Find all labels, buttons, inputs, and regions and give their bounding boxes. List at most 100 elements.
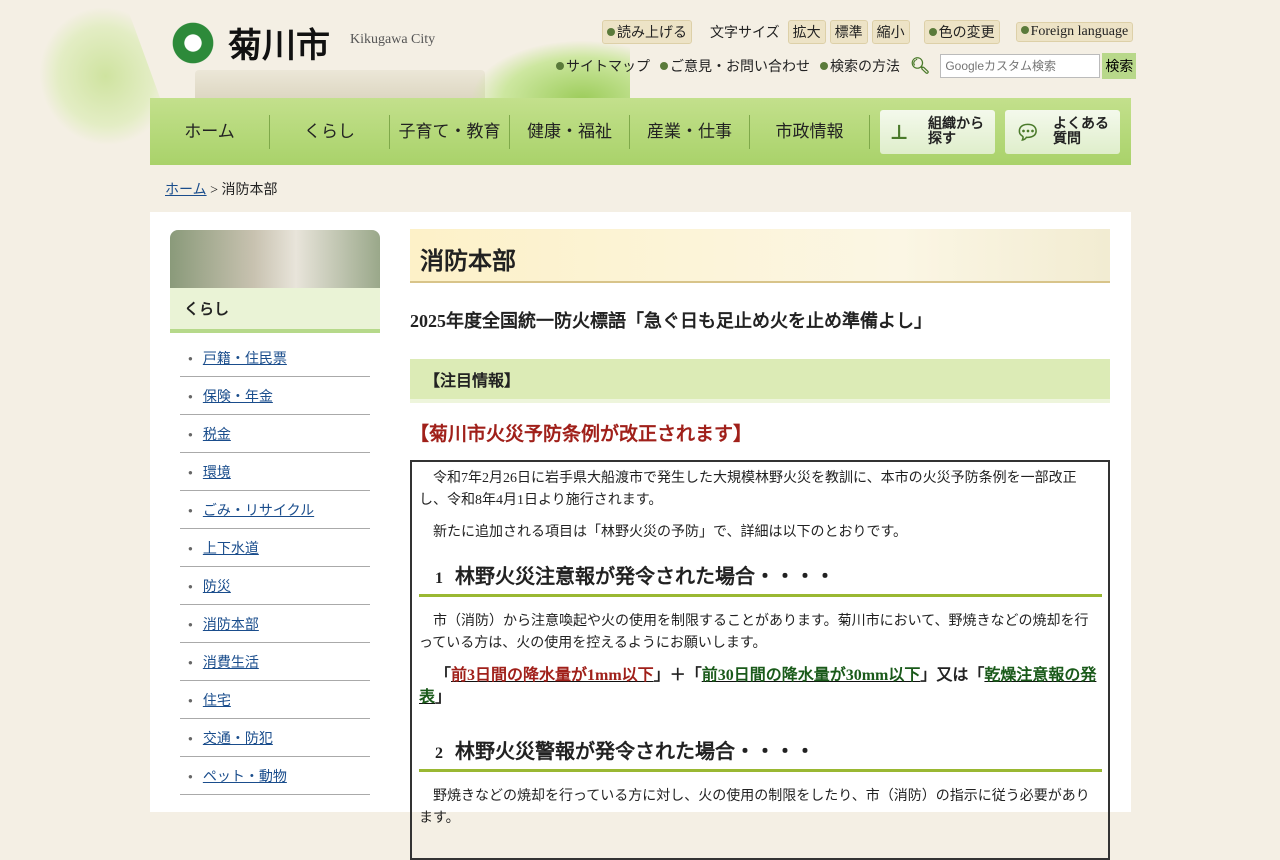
bullet-icon xyxy=(928,28,937,36)
sitemap-link[interactable]: サイトマップ xyxy=(556,56,650,76)
search-button[interactable]: 検索 xyxy=(1102,53,1137,79)
nav-home[interactable]: ホーム xyxy=(150,114,270,149)
font-normal-button[interactable]: 標準 xyxy=(829,20,868,44)
subheading-text: 林野火災警報が発令された場合・・・・ xyxy=(455,741,815,763)
sidebar-link[interactable]: 税金 xyxy=(203,428,231,443)
search-input[interactable] xyxy=(940,54,1101,78)
sidebar-photo xyxy=(170,230,380,288)
breadcrumb-current: 消防本部 xyxy=(221,183,278,198)
bracket: 」＋「 xyxy=(653,667,702,684)
contact-label: ご意見・お問い合わせ xyxy=(670,60,810,75)
sidebar-link[interactable]: 消防本部 xyxy=(203,618,259,633)
search-help-link[interactable]: 検索の方法 xyxy=(820,56,900,76)
sidebar: くらし 戸籍・住民票 保険・年金 税金 環境 ごみ・リサイクル 上下水道 防災 … xyxy=(170,230,380,801)
subheading-2: 2 林野火災警報が発令された場合・・・・ xyxy=(419,729,1102,772)
sidebar-item: 戸籍・住民票 xyxy=(180,339,370,377)
sidebar-title: くらし xyxy=(170,288,380,333)
sidebar-item: ペット・動物 xyxy=(180,757,370,795)
nav-industry[interactable]: 産業・仕事 xyxy=(630,114,750,149)
search-icon: 🔍︎ xyxy=(910,58,931,75)
org-chart-icon: ⊥ xyxy=(890,119,909,144)
speech-bubble-icon: 💬︎ xyxy=(1015,119,1041,144)
sidebar-item: 上下水道 xyxy=(180,529,370,567)
town-illustration xyxy=(195,70,485,98)
sidebar-item: 交通・防犯 xyxy=(180,719,370,757)
subheading-number: 2 xyxy=(435,745,443,762)
logo-text: 菊川市 xyxy=(228,26,330,66)
bullet-icon xyxy=(1020,26,1029,34)
org-search-label: 組織から 探す xyxy=(928,115,984,147)
page-title: 消防本部 xyxy=(410,229,1110,283)
subheading-text: 林野火災注意報が発令された場合・・・・ xyxy=(455,566,835,588)
bracket: 「 xyxy=(435,667,452,684)
sidebar-link[interactable]: 交通・防犯 xyxy=(203,732,273,747)
nav-living[interactable]: くらし xyxy=(270,114,390,149)
paragraph: 野焼きなどの焼却を行っている方に対し、火の使用の制限をしたり、市（消防）の指示に… xyxy=(419,789,1090,826)
color-change-label: 色の変更 xyxy=(938,26,995,41)
sidebar-link[interactable]: 環境 xyxy=(203,466,231,481)
sidebar-item: 防災 xyxy=(180,567,370,605)
logo-english: Kikugawa City xyxy=(350,32,436,47)
conditions: 「前3日間の降水量が1mm以下」＋「前30日間の降水量が30mm以下」又は「乾燥… xyxy=(419,665,1102,709)
leaf-decoration xyxy=(19,0,171,165)
bullet-icon xyxy=(820,62,828,70)
sidebar-item: 保険・年金 xyxy=(180,377,370,415)
font-size-label: 文字サイズ xyxy=(710,26,780,41)
utility-bar: 読み上げる 文字サイズ 拡大 標準 縮小 色の変更 Foreign langua… xyxy=(602,20,1134,44)
paragraph: 市（消防）から注意喚起や火の使用を制限することがあります。菊川市において、野焼き… xyxy=(419,614,1089,651)
paragraph: 新たに追加される項目は「林野火災の予防」で、詳細は以下のとおりです。 xyxy=(433,525,908,540)
nav-health[interactable]: 健康・福祉 xyxy=(510,114,630,149)
logo-mark-icon xyxy=(168,20,218,65)
font-large-button[interactable]: 拡大 xyxy=(787,20,826,44)
bullet-icon xyxy=(660,62,668,70)
foreign-language-button[interactable]: Foreign language xyxy=(1015,22,1134,42)
sidebar-item: 消費生活 xyxy=(180,643,370,681)
sidebar-link[interactable]: ごみ・リサイクル xyxy=(203,504,314,519)
sidebar-item: 環境 xyxy=(180,453,370,491)
sidebar-item: 消防本部 xyxy=(180,605,370,643)
color-change-button[interactable]: 色の変更 xyxy=(923,20,1000,44)
faq-label: よくある 質問 xyxy=(1053,115,1109,147)
nav-city-info[interactable]: 市政情報 xyxy=(750,114,870,149)
nav-childcare[interactable]: 子育て・教育 xyxy=(390,114,510,149)
sidebar-item: 住宅 xyxy=(180,681,370,719)
read-aloud-label: 読み上げる xyxy=(617,26,687,41)
sitemap-label: サイトマップ xyxy=(566,60,650,75)
breadcrumb-home[interactable]: ホーム xyxy=(165,183,207,198)
main-content: 消防本部 2025年度全国統一防火標語「急ぐ日も足止め火を止め準備よし」 【注目… xyxy=(410,229,1110,860)
bracket: 」又は「 xyxy=(920,667,985,684)
sidebar-link[interactable]: 防災 xyxy=(203,580,231,595)
read-aloud-button[interactable]: 読み上げる xyxy=(602,20,692,44)
global-nav: ホーム くらし 子育て・教育 健康・福祉 産業・仕事 市政情報 ⊥ 組織から 探す… xyxy=(150,98,1131,165)
sidebar-item: 税金 xyxy=(180,415,370,453)
sidebar-link[interactable]: 上下水道 xyxy=(203,542,259,557)
notice-box: 令和7年2月26日に岩手県大船渡市で発生した大規模林野火災を教訓に、本市の火災予… xyxy=(410,460,1110,860)
sidebar-link[interactable]: 住宅 xyxy=(203,694,231,709)
subheading-number: 1 xyxy=(435,570,443,587)
utility-links: サイトマップ ご意見・お問い合わせ 検索の方法 🔍︎ 検索 xyxy=(556,53,1137,79)
search-help-label: 検索の方法 xyxy=(830,60,900,75)
notice-heading: 【菊川市火災予防条例が改正されます】 xyxy=(410,423,753,445)
sidebar-link[interactable]: 消費生活 xyxy=(203,656,259,671)
faq-button[interactable]: 💬︎ よくある 質問 xyxy=(1005,109,1120,154)
breadcrumb: ホーム > 消防本部 xyxy=(165,179,278,199)
fire-prevention-slogan: 2025年度全国統一防火標語「急ぐ日も足止め火を止め準備よし」 xyxy=(410,311,932,331)
sidebar-item: ごみ・リサイクル xyxy=(180,491,370,529)
bullet-icon xyxy=(607,28,615,36)
font-small-button[interactable]: 縮小 xyxy=(871,20,910,44)
site-logo[interactable]: 菊川市 Kikugawa City xyxy=(168,18,435,67)
foreign-language-label: Foreign language xyxy=(1030,24,1129,39)
content-panel: くらし 戸籍・住民票 保険・年金 税金 環境 ごみ・リサイクル 上下水道 防災 … xyxy=(150,212,1131,860)
condition-rain-3days: 前3日間の降水量が1mm以下 xyxy=(451,667,654,684)
bullet-icon xyxy=(556,62,564,70)
bracket: 」 xyxy=(435,689,452,706)
subheading-1: 1 林野火災注意報が発令された場合・・・・ xyxy=(419,554,1102,597)
sidebar-list: 戸籍・住民票 保険・年金 税金 環境 ごみ・リサイクル 上下水道 防災 消防本部… xyxy=(180,339,370,795)
sidebar-link[interactable]: ペット・動物 xyxy=(203,770,287,785)
org-search-button[interactable]: ⊥ 組織から 探す xyxy=(880,109,995,154)
sidebar-link[interactable]: 保険・年金 xyxy=(203,390,273,405)
section-heading: 【注目情報】 xyxy=(410,359,1110,403)
sidebar-link[interactable]: 戸籍・住民票 xyxy=(203,352,287,367)
paragraph: 令和7年2月26日に岩手県大船渡市で発生した大規模林野火災を教訓に、本市の火災予… xyxy=(419,471,1077,508)
contact-link[interactable]: ご意見・お問い合わせ xyxy=(660,56,810,76)
